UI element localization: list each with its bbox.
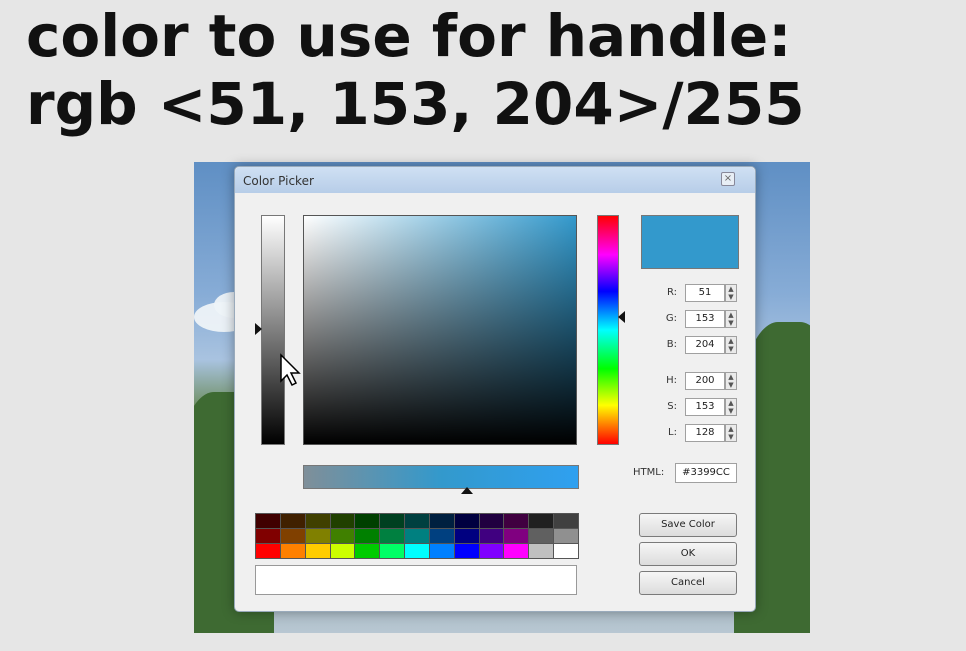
palette-swatch[interactable] — [305, 544, 330, 558]
palette-swatch[interactable] — [454, 514, 479, 528]
g-spinner[interactable]: ▲ ▼ — [725, 310, 737, 328]
r-spinner[interactable]: ▲ ▼ — [725, 284, 737, 302]
brightness-handle-icon[interactable] — [255, 323, 262, 335]
palette-swatch[interactable] — [554, 514, 578, 528]
palette-swatch[interactable] — [380, 544, 405, 558]
palette-swatch[interactable] — [305, 514, 330, 528]
palette-swatch[interactable] — [504, 544, 529, 558]
r-input[interactable]: 51 — [685, 284, 725, 302]
field-r: R: 51 ▲ ▼ — [655, 283, 745, 303]
alpha-gradient-bar[interactable] — [303, 465, 579, 489]
palette-swatch[interactable] — [429, 514, 454, 528]
title-bar[interactable]: Color Picker × — [235, 167, 755, 193]
palette-swatch[interactable] — [256, 544, 280, 558]
custom-colors-area[interactable] — [255, 565, 577, 595]
field-label: B: — [666, 339, 677, 350]
color-palette — [255, 513, 579, 559]
field-s: S: 153 ▲ ▼ — [655, 397, 745, 417]
field-b: B: 204 ▲ ▼ — [655, 335, 745, 355]
headline-line-2: rgb <51, 153, 204>/255 — [26, 70, 805, 138]
palette-swatch[interactable] — [479, 544, 504, 558]
palette-swatch[interactable] — [454, 529, 479, 543]
html-label: HTML: — [633, 467, 665, 478]
palette-swatch[interactable] — [479, 514, 504, 528]
brightness-slider[interactable] — [261, 215, 285, 445]
palette-swatch[interactable] — [405, 544, 429, 558]
palette-swatch[interactable] — [330, 529, 355, 543]
palette-swatch[interactable] — [529, 529, 554, 543]
field-label: S: — [667, 401, 677, 412]
palette-swatch[interactable] — [256, 529, 280, 543]
palette-swatch[interactable] — [355, 514, 380, 528]
palette-swatch[interactable] — [554, 529, 578, 543]
save-color-button[interactable]: Save Color — [639, 513, 737, 537]
palette-swatch[interactable] — [405, 514, 429, 528]
palette-swatch[interactable] — [380, 514, 405, 528]
gradient-handle-icon[interactable] — [461, 487, 473, 494]
field-h: H: 200 ▲ ▼ — [655, 371, 745, 391]
s-input[interactable]: 153 — [685, 398, 725, 416]
html-input[interactable]: #3399CC — [675, 463, 737, 483]
palette-swatch[interactable] — [479, 529, 504, 543]
color-picker-dialog: Color Picker × R: 51 ▲ ▼ G: 153 ▲ ▼ B: 204… — [234, 166, 756, 612]
field-g: G: 153 ▲ ▼ — [655, 309, 745, 329]
palette-swatch[interactable] — [355, 529, 380, 543]
s-spinner[interactable]: ▲ ▼ — [725, 398, 737, 416]
palette-swatch[interactable] — [504, 514, 529, 528]
arrow-cursor-icon — [280, 353, 301, 387]
field-l: L: 128 ▲ ▼ — [655, 423, 745, 443]
palette-swatch[interactable] — [280, 529, 305, 543]
palette-swatch[interactable] — [330, 544, 355, 558]
b-input[interactable]: 204 — [685, 336, 725, 354]
palette-swatch[interactable] — [429, 544, 454, 558]
palette-swatch[interactable] — [504, 529, 529, 543]
field-label: H: — [666, 375, 677, 386]
palette-swatch[interactable] — [355, 544, 380, 558]
palette-swatch[interactable] — [529, 514, 554, 528]
hue-handle-icon[interactable] — [618, 311, 625, 323]
palette-swatch[interactable] — [529, 544, 554, 558]
palette-swatch[interactable] — [280, 544, 305, 558]
palette-swatch[interactable] — [305, 529, 330, 543]
palette-swatch[interactable] — [380, 529, 405, 543]
palette-swatch[interactable] — [330, 514, 355, 528]
palette-swatch[interactable] — [256, 514, 280, 528]
dialog-title: Color Picker — [243, 174, 314, 188]
palette-swatch[interactable] — [405, 529, 429, 543]
g-input[interactable]: 153 — [685, 310, 725, 328]
palette-swatch[interactable] — [554, 544, 578, 558]
close-button[interactable]: × — [721, 172, 735, 186]
l-spinner[interactable]: ▲ ▼ — [725, 424, 737, 442]
field-label: L: — [668, 427, 677, 438]
color-preview — [641, 215, 739, 269]
cancel-button[interactable]: Cancel — [639, 571, 737, 595]
headline-line-1: color to use for handle: — [26, 2, 792, 70]
palette-swatch[interactable] — [454, 544, 479, 558]
b-spinner[interactable]: ▲ ▼ — [725, 336, 737, 354]
field-label: G: — [665, 313, 677, 324]
l-input[interactable]: 128 — [685, 424, 725, 442]
hue-slider[interactable] — [597, 215, 619, 445]
saturation-value-area[interactable] — [303, 215, 577, 445]
h-spinner[interactable]: ▲ ▼ — [725, 372, 737, 390]
h-input[interactable]: 200 — [685, 372, 725, 390]
ok-button[interactable]: OK — [639, 542, 737, 566]
palette-swatch[interactable] — [280, 514, 305, 528]
palette-swatch[interactable] — [429, 529, 454, 543]
field-label: R: — [666, 287, 677, 298]
